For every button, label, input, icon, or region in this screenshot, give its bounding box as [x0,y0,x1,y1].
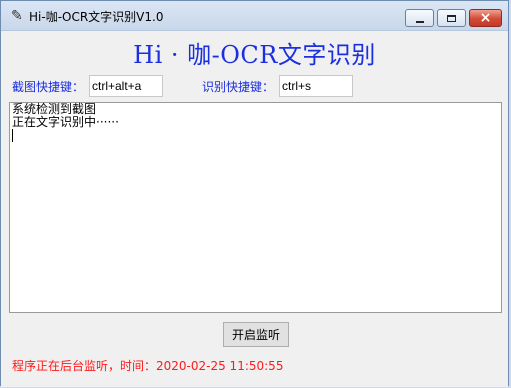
close-icon: × [479,10,492,26]
app-heading: Hi · 咖-OCR文字识别 [133,41,376,69]
minimize-button[interactable] [405,9,434,27]
start-monitor-button[interactable]: 开启监听 [223,322,289,347]
feather-icon: ✎ [11,8,23,24]
close-button[interactable]: × [469,9,502,27]
ocr-hotkey-label: 识别快捷键： [202,80,275,94]
log-line: 正在文字识别中······ [12,115,119,129]
minimize-icon [415,20,424,23]
title-bar[interactable]: ✎ Hi-咖-OCR文字识别V1.0 × [1,1,508,31]
text-caret [12,129,13,142]
ocr-hotkey-input[interactable]: ctrl+s [279,75,353,97]
maximize-button[interactable] [437,9,466,27]
window-title: Hi-咖-OCR文字识别V1.0 [29,10,164,24]
status-text: 程序正在后台监听，时间：2020-02-25 11:50:55 [12,359,284,373]
screenshot-hotkey-label: 截图快捷键： [12,80,85,94]
main-content: Hi · 咖-OCR文字识别 截图快捷键： ctrl+alt+a 识别快捷键： … [1,31,508,387]
screenshot-hotkey-input[interactable]: ctrl+alt+a [89,75,163,97]
app-window: ✎ Hi-咖-OCR文字识别V1.0 × Hi · 咖-OCR文字识别 截图快捷… [0,0,509,387]
maximize-icon [447,14,456,22]
log-textarea[interactable]: 系统检测到截图 正在文字识别中······ [9,102,502,313]
